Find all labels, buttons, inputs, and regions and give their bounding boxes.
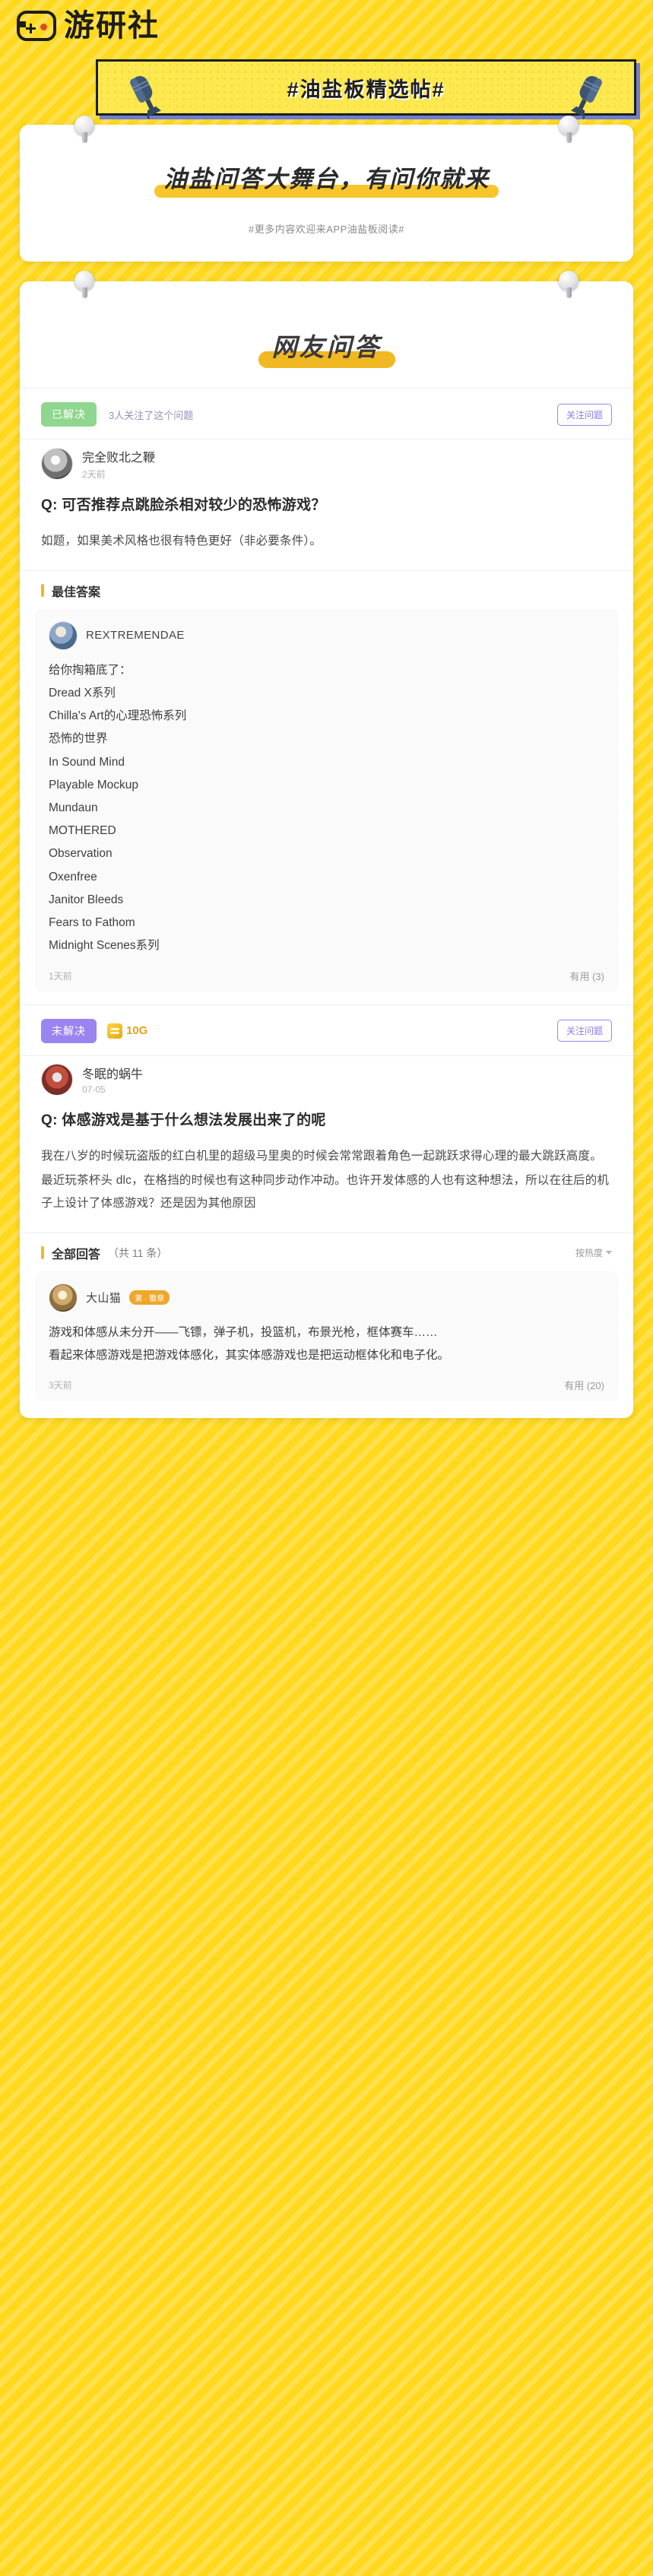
user-badge-tag: 第 · 徽章 xyxy=(129,1290,170,1305)
pin-decoration xyxy=(559,116,579,144)
answer-body: 游戏和体感从未分开——飞镖，弹子机，投篮机，布景光枪，框体赛车…… 看起来体感游… xyxy=(49,1312,604,1367)
accent-bar-icon xyxy=(41,1246,44,1260)
answer-item: REXTREMENDAE 给你掏箱底了： Dread X系列 Chilla's … xyxy=(35,608,618,992)
question-title[interactable]: Q: 可否推荐点跳脸杀相对较少的恐怖游戏？ xyxy=(20,490,633,519)
author-time: 07-05 xyxy=(82,1084,106,1095)
avatar[interactable] xyxy=(41,1063,73,1096)
author-name[interactable]: 完全败北之鞭 xyxy=(82,447,155,465)
avatar[interactable] xyxy=(49,620,78,650)
question-block: 已解决 3人关注了这个问题 关注问题 完全败北之鞭 2天前 Q: 可否推荐点跳脸… xyxy=(20,388,633,992)
answer-line: Oxenfree xyxy=(49,870,97,884)
page-root: 游研社 #油盐板精选帖# 油盐问答大舞台，有问你就来 #更多内容欢迎来APP油盐… xyxy=(0,0,653,1419)
question-author-row: 完全败北之鞭 2天前 xyxy=(20,439,633,490)
intro-card: 油盐问答大舞台，有问你就来 #更多内容欢迎来APP油盐板阅读# xyxy=(20,116,633,262)
site-header: 游研社 xyxy=(0,0,653,65)
status-badge: 未解决 xyxy=(41,1018,97,1043)
answer-line: Chilla's Art的心理恐怖系列 xyxy=(49,709,187,723)
intro-title: 油盐问答大舞台，有问你就来 xyxy=(154,160,499,198)
answer-line: Midnight Scenes系列 xyxy=(49,939,160,953)
question-author-row: 冬眠的蜗牛 07-05 xyxy=(20,1055,633,1105)
question-body: 如题，如果美术风格也很有特色更好（非必要条件）。 xyxy=(20,519,633,569)
all-answers-label: 全部回答 xyxy=(52,1248,101,1261)
site-logo-text: 游研社 xyxy=(64,8,160,43)
answer-author-row: 大山猫 第 · 徽章 xyxy=(49,1283,604,1312)
best-answer-label: 最佳答案 xyxy=(52,585,101,599)
qa-card: 网友问答 已解决 3人关注了这个问题 关注问题 完全败北之鞭 2天前 Q: 可否… xyxy=(20,271,633,1419)
bounty-amount: 10G xyxy=(126,1024,148,1037)
answer-line: Playable Mockup xyxy=(49,778,139,792)
qa-section-heading: 网友问答 xyxy=(20,281,633,388)
question-body-line: 如题，如果美术风格也很有特色更好（非必要条件）。 xyxy=(41,535,322,548)
answer-footer: 3天前 有用 (20) xyxy=(49,1367,604,1392)
answer-line: Fears to Fathom xyxy=(49,916,135,930)
qa-section-heading-text: 网友问答 xyxy=(258,327,395,368)
sort-label: 按热度 xyxy=(575,1248,603,1259)
answer-line: Janitor Bleeds xyxy=(49,893,124,906)
coin-icon xyxy=(107,1023,122,1039)
gamepad-icon xyxy=(17,11,56,41)
hashtag-title: #油盐板精选帖# xyxy=(287,78,445,101)
answer-line: Mundaun xyxy=(49,801,98,814)
answer-line: Dread X系列 xyxy=(49,686,116,700)
follow-question-button[interactable]: 关注问题 xyxy=(556,1020,612,1042)
author-time: 2天前 xyxy=(82,469,106,480)
question-block: 未解决 10G 关注问题 冬眠的蜗牛 07-05 Q: 体感游戏是基于什么想法发… xyxy=(20,1004,633,1402)
question-status-row: 已解决 3人关注了这个问题 关注问题 xyxy=(20,389,633,439)
chevron-down-icon xyxy=(606,1251,612,1255)
question-body-line: 我在八岁的时候玩盗版的红白机里的超级马里奥的时候会常常跟着角色一起跳跃求得心理的… xyxy=(41,1149,602,1163)
intro-subtitle: #更多内容欢迎来APP油盐板阅读# xyxy=(249,224,404,235)
answer-line: MOTHERED xyxy=(49,824,116,838)
answer-time: 1天前 xyxy=(49,970,72,982)
author-name[interactable]: 冬眠的蜗牛 xyxy=(82,1064,143,1082)
follow-count-text: 3人关注了这个问题 xyxy=(109,409,194,421)
answer-line: In Sound Mind xyxy=(49,755,125,769)
answer-author-name[interactable]: 大山猫 xyxy=(86,1290,121,1305)
answer-useful-button[interactable]: 有用 (20) xyxy=(564,1378,604,1392)
answers-count: （共 11 条） xyxy=(108,1246,168,1259)
answer-author-name[interactable]: REXTREMENDAE xyxy=(86,629,185,642)
answer-body: 给你掏箱底了： Dread X系列 Chilla's Art的心理恐怖系列 恐怖… xyxy=(49,650,604,958)
avatar[interactable] xyxy=(49,1283,78,1312)
site-logo[interactable]: 游研社 xyxy=(17,11,653,41)
answer-footer: 1天前 有用 (3) xyxy=(49,958,604,983)
answer-line: 给你掏箱底了： xyxy=(49,663,132,677)
answer-useful-button[interactable]: 有用 (3) xyxy=(569,969,604,983)
follow-question-button[interactable]: 关注问题 xyxy=(556,403,612,426)
sort-selector[interactable]: 按热度 xyxy=(575,1246,612,1259)
question-title[interactable]: Q: 体感游戏是基于什么想法发展出来了的呢 xyxy=(20,1105,633,1134)
answer-time: 3天前 xyxy=(49,1380,72,1391)
intro-title-wrap: 油盐问答大舞台，有问你就来 xyxy=(20,160,633,198)
avatar[interactable] xyxy=(41,448,73,480)
question-status-row: 未解决 10G 关注问题 xyxy=(20,1005,633,1055)
pin-decoration xyxy=(74,271,94,300)
best-answer-label-row: 最佳答案 xyxy=(20,569,633,609)
all-answers-label-row: 全部回答 （共 11 条） 按热度 xyxy=(20,1232,633,1271)
bounty-chip: 10G xyxy=(107,1023,147,1039)
answer-line: Observation xyxy=(49,847,113,861)
pin-decoration xyxy=(74,116,94,144)
pin-decoration xyxy=(559,271,579,300)
status-badge: 已解决 xyxy=(41,402,97,427)
hashtag-banner: #油盐板精选帖# xyxy=(96,59,636,119)
answer-line: 看起来体感游戏是把游戏体感化，其实体感游戏也是把运动框体化和电子化。 xyxy=(49,1348,450,1362)
answer-line: 游戏和体感从未分开——飞镖，弹子机，投篮机，布景光枪，框体赛车…… xyxy=(49,1325,438,1339)
question-body: 我在八岁的时候玩盗版的红白机里的超级马里奥的时候会常常跟着角色一起跳跃求得心理的… xyxy=(20,1134,633,1232)
answer-author-row: REXTREMENDAE xyxy=(49,620,604,650)
question-body-line: 最近玩茶杯头 dlc，在格挡的时候也有这种同步动作冲动。也许开发体感的人也有这种… xyxy=(41,1174,610,1210)
answer-line: 恐怖的世界 xyxy=(49,732,108,746)
answer-item: 大山猫 第 · 徽章 游戏和体感从未分开——飞镖，弹子机，投篮机，布景光枪，框体… xyxy=(35,1271,618,1402)
accent-bar-icon xyxy=(41,584,44,598)
